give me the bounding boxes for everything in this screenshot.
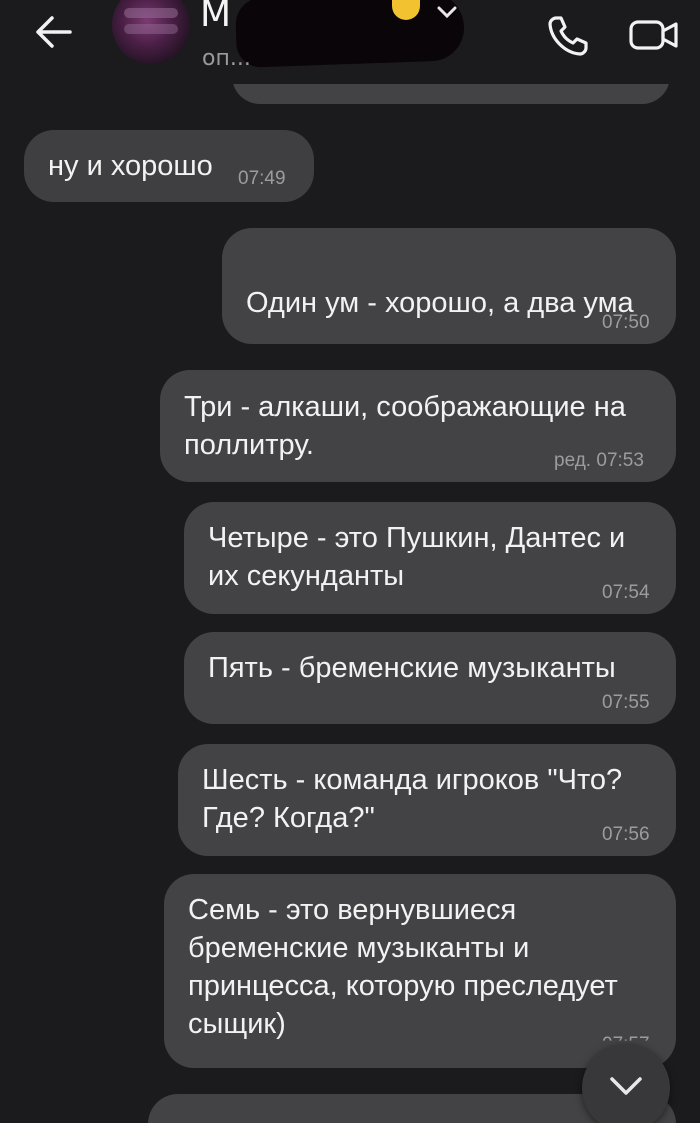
message-text: ну и хорошо: [48, 150, 213, 182]
arrow-left-icon: [36, 16, 72, 48]
phone-icon: [548, 16, 588, 56]
message-bubble-outgoing[interactable]: Шесть - команда игроков "Что? Где? Когда…: [178, 744, 676, 856]
message-bubble-outgoing[interactable]: Четыре - это Пушкин, Дантес и их секунда…: [184, 502, 676, 614]
chat-header: М оп...: [0, 0, 700, 84]
message-bubble-outgoing[interactable]: Три - алкаши, соображающие на поллитру. …: [160, 370, 676, 482]
message-time: 07:56: [602, 824, 650, 845]
message-bubble-outgoing[interactable]: Один ум - хорошо, а два ума -хорошо хоро…: [222, 228, 676, 470]
message-bubble-outgoing[interactable]: Семь - это вернувшиеся бременские музыка…: [164, 874, 676, 1068]
call-button[interactable]: [544, 12, 592, 60]
chevron-down-icon[interactable]: [436, 4, 458, 20]
avatar[interactable]: [112, 0, 190, 64]
time-value: 07:53: [596, 450, 644, 471]
video-camera-icon: [629, 20, 678, 50]
message-text: Семь - это вернувшиеся бременские музыка…: [188, 894, 618, 1040]
message-text-line: Один ум - хорошо, а два ума: [246, 287, 634, 319]
message-bubble-incoming[interactable]: ну и хорошо 07:49: [24, 130, 314, 202]
chat-screen: М оп... 07:49 ну и хорошо 07:49 Один ум: [0, 0, 700, 1123]
contact-name[interactable]: М: [200, 0, 231, 35]
message-text: Шесть - команда игроков "Что? Где? Когда…: [202, 764, 623, 834]
message-text: Четыре - это Пушкин, Дантес и их секунда…: [208, 522, 626, 592]
chevron-down-icon: [610, 1077, 642, 1095]
redaction-scribble: [234, 0, 466, 68]
contact-status: оп...: [202, 46, 251, 71]
message-time: ред. 07:53: [554, 450, 644, 472]
message-time: 07:54: [602, 582, 650, 603]
video-call-button[interactable]: [628, 14, 680, 56]
back-button[interactable]: [30, 10, 78, 54]
message-text: Пять - бременские музыканты: [208, 652, 616, 684]
edited-label: ред.: [554, 450, 592, 471]
message-time: 07:55: [602, 692, 650, 713]
message-time: 07:50: [602, 312, 650, 333]
message-bubble-outgoing[interactable]: Пять - бременские музыканты 07:55: [184, 632, 676, 724]
message-time: 07:49: [238, 168, 286, 189]
scroll-to-bottom-button[interactable]: [582, 1044, 670, 1123]
